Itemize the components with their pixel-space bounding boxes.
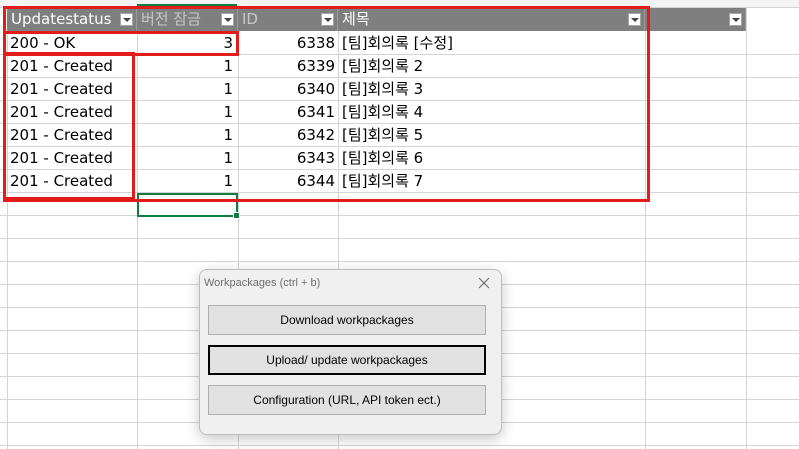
title-cell[interactable]: [팀]회의록 4 — [342, 101, 642, 124]
id-cell[interactable]: 6341 — [238, 101, 335, 124]
fill-handle[interactable] — [233, 212, 240, 219]
upload-button-label: Upload/ update workpackages — [266, 353, 428, 367]
title-cell[interactable]: [팀]회의록 5 — [342, 124, 642, 147]
version-cell[interactable]: 1 — [137, 170, 233, 193]
header-title: 제목 — [338, 8, 645, 31]
id-cell[interactable]: 6343 — [238, 147, 335, 170]
title-cell[interactable]: [팀]회의록 6 — [342, 147, 642, 170]
selected-column-indicator — [137, 4, 237, 7]
header-version-lock: 버전 잠금 — [137, 8, 238, 31]
table-row: 201 - Created 1 6339 [팀]회의록 2 — [0, 55, 799, 78]
table-row: 201 - Created 1 6343 [팀]회의록 6 — [0, 147, 799, 170]
title-cell[interactable]: [팀]회의록 7 — [342, 170, 642, 193]
dropdown-filter-icon[interactable] — [120, 13, 133, 26]
dropdown-filter-icon[interactable] — [321, 13, 334, 26]
title-cell[interactable]: [팀]회의록 [수정] — [342, 32, 642, 55]
dropdown-filter-icon[interactable] — [729, 13, 742, 26]
status-cell[interactable]: 201 - Created — [10, 170, 136, 193]
status-cell[interactable]: 200 - OK — [10, 32, 136, 55]
table-row: 201 - Created 1 6342 [팀]회의록 5 — [0, 124, 799, 147]
status-cell[interactable]: 201 - Created — [10, 78, 136, 101]
version-cell[interactable]: 1 — [137, 101, 233, 124]
download-button-label: Download workpackages — [280, 313, 414, 327]
header-empty — [645, 8, 746, 31]
id-cell[interactable]: 6339 — [238, 55, 335, 78]
status-cell[interactable]: 201 - Created — [10, 124, 136, 147]
id-cell[interactable]: 6338 — [238, 32, 335, 55]
dropdown-filter-icon[interactable] — [221, 13, 234, 26]
id-cell[interactable]: 6342 — [238, 124, 335, 147]
download-workpackages-button[interactable]: Download workpackages — [208, 305, 486, 335]
header-updatestatus: Updatestatus — [7, 8, 137, 31]
id-cell[interactable]: 6340 — [238, 78, 335, 101]
table-row: 201 - Created 1 6341 [팀]회의록 4 — [0, 101, 799, 124]
title-cell[interactable]: [팀]회의록 3 — [342, 78, 642, 101]
title-cell[interactable]: [팀]회의록 2 — [342, 55, 642, 78]
version-cell[interactable]: 3 — [137, 32, 233, 55]
upload-workpackages-button[interactable]: Upload/ update workpackages — [208, 345, 486, 375]
status-cell[interactable]: 201 - Created — [10, 147, 136, 170]
configuration-button-label: Configuration (URL, API token ect.) — [253, 393, 441, 407]
active-cell-selection[interactable] — [137, 193, 240, 219]
header-id: ID — [238, 8, 338, 31]
version-cell[interactable]: 1 — [137, 147, 233, 170]
table-row: 201 - Created 1 6340 [팀]회의록 3 — [0, 78, 799, 101]
table-row: 200 - OK 3 6338 [팀]회의록 [수정] — [0, 32, 799, 55]
column-header-strip — [0, 0, 799, 8]
status-cell[interactable]: 201 - Created — [10, 101, 136, 124]
workpackages-dialog: Workpackages (ctrl + b) Download workpac… — [199, 269, 502, 435]
configuration-button[interactable]: Configuration (URL, API token ect.) — [208, 385, 486, 415]
table-row: 201 - Created 1 6344 [팀]회의록 7 — [0, 170, 799, 193]
id-cell[interactable]: 6344 — [238, 170, 335, 193]
dialog-title: Workpackages (ctrl + b) — [204, 277, 321, 289]
version-cell[interactable]: 1 — [137, 78, 233, 101]
status-cell[interactable]: 201 - Created — [10, 55, 136, 78]
version-cell[interactable]: 1 — [137, 55, 233, 78]
close-icon[interactable] — [475, 274, 493, 292]
dropdown-filter-icon[interactable] — [628, 13, 641, 26]
version-cell[interactable]: 1 — [137, 124, 233, 147]
